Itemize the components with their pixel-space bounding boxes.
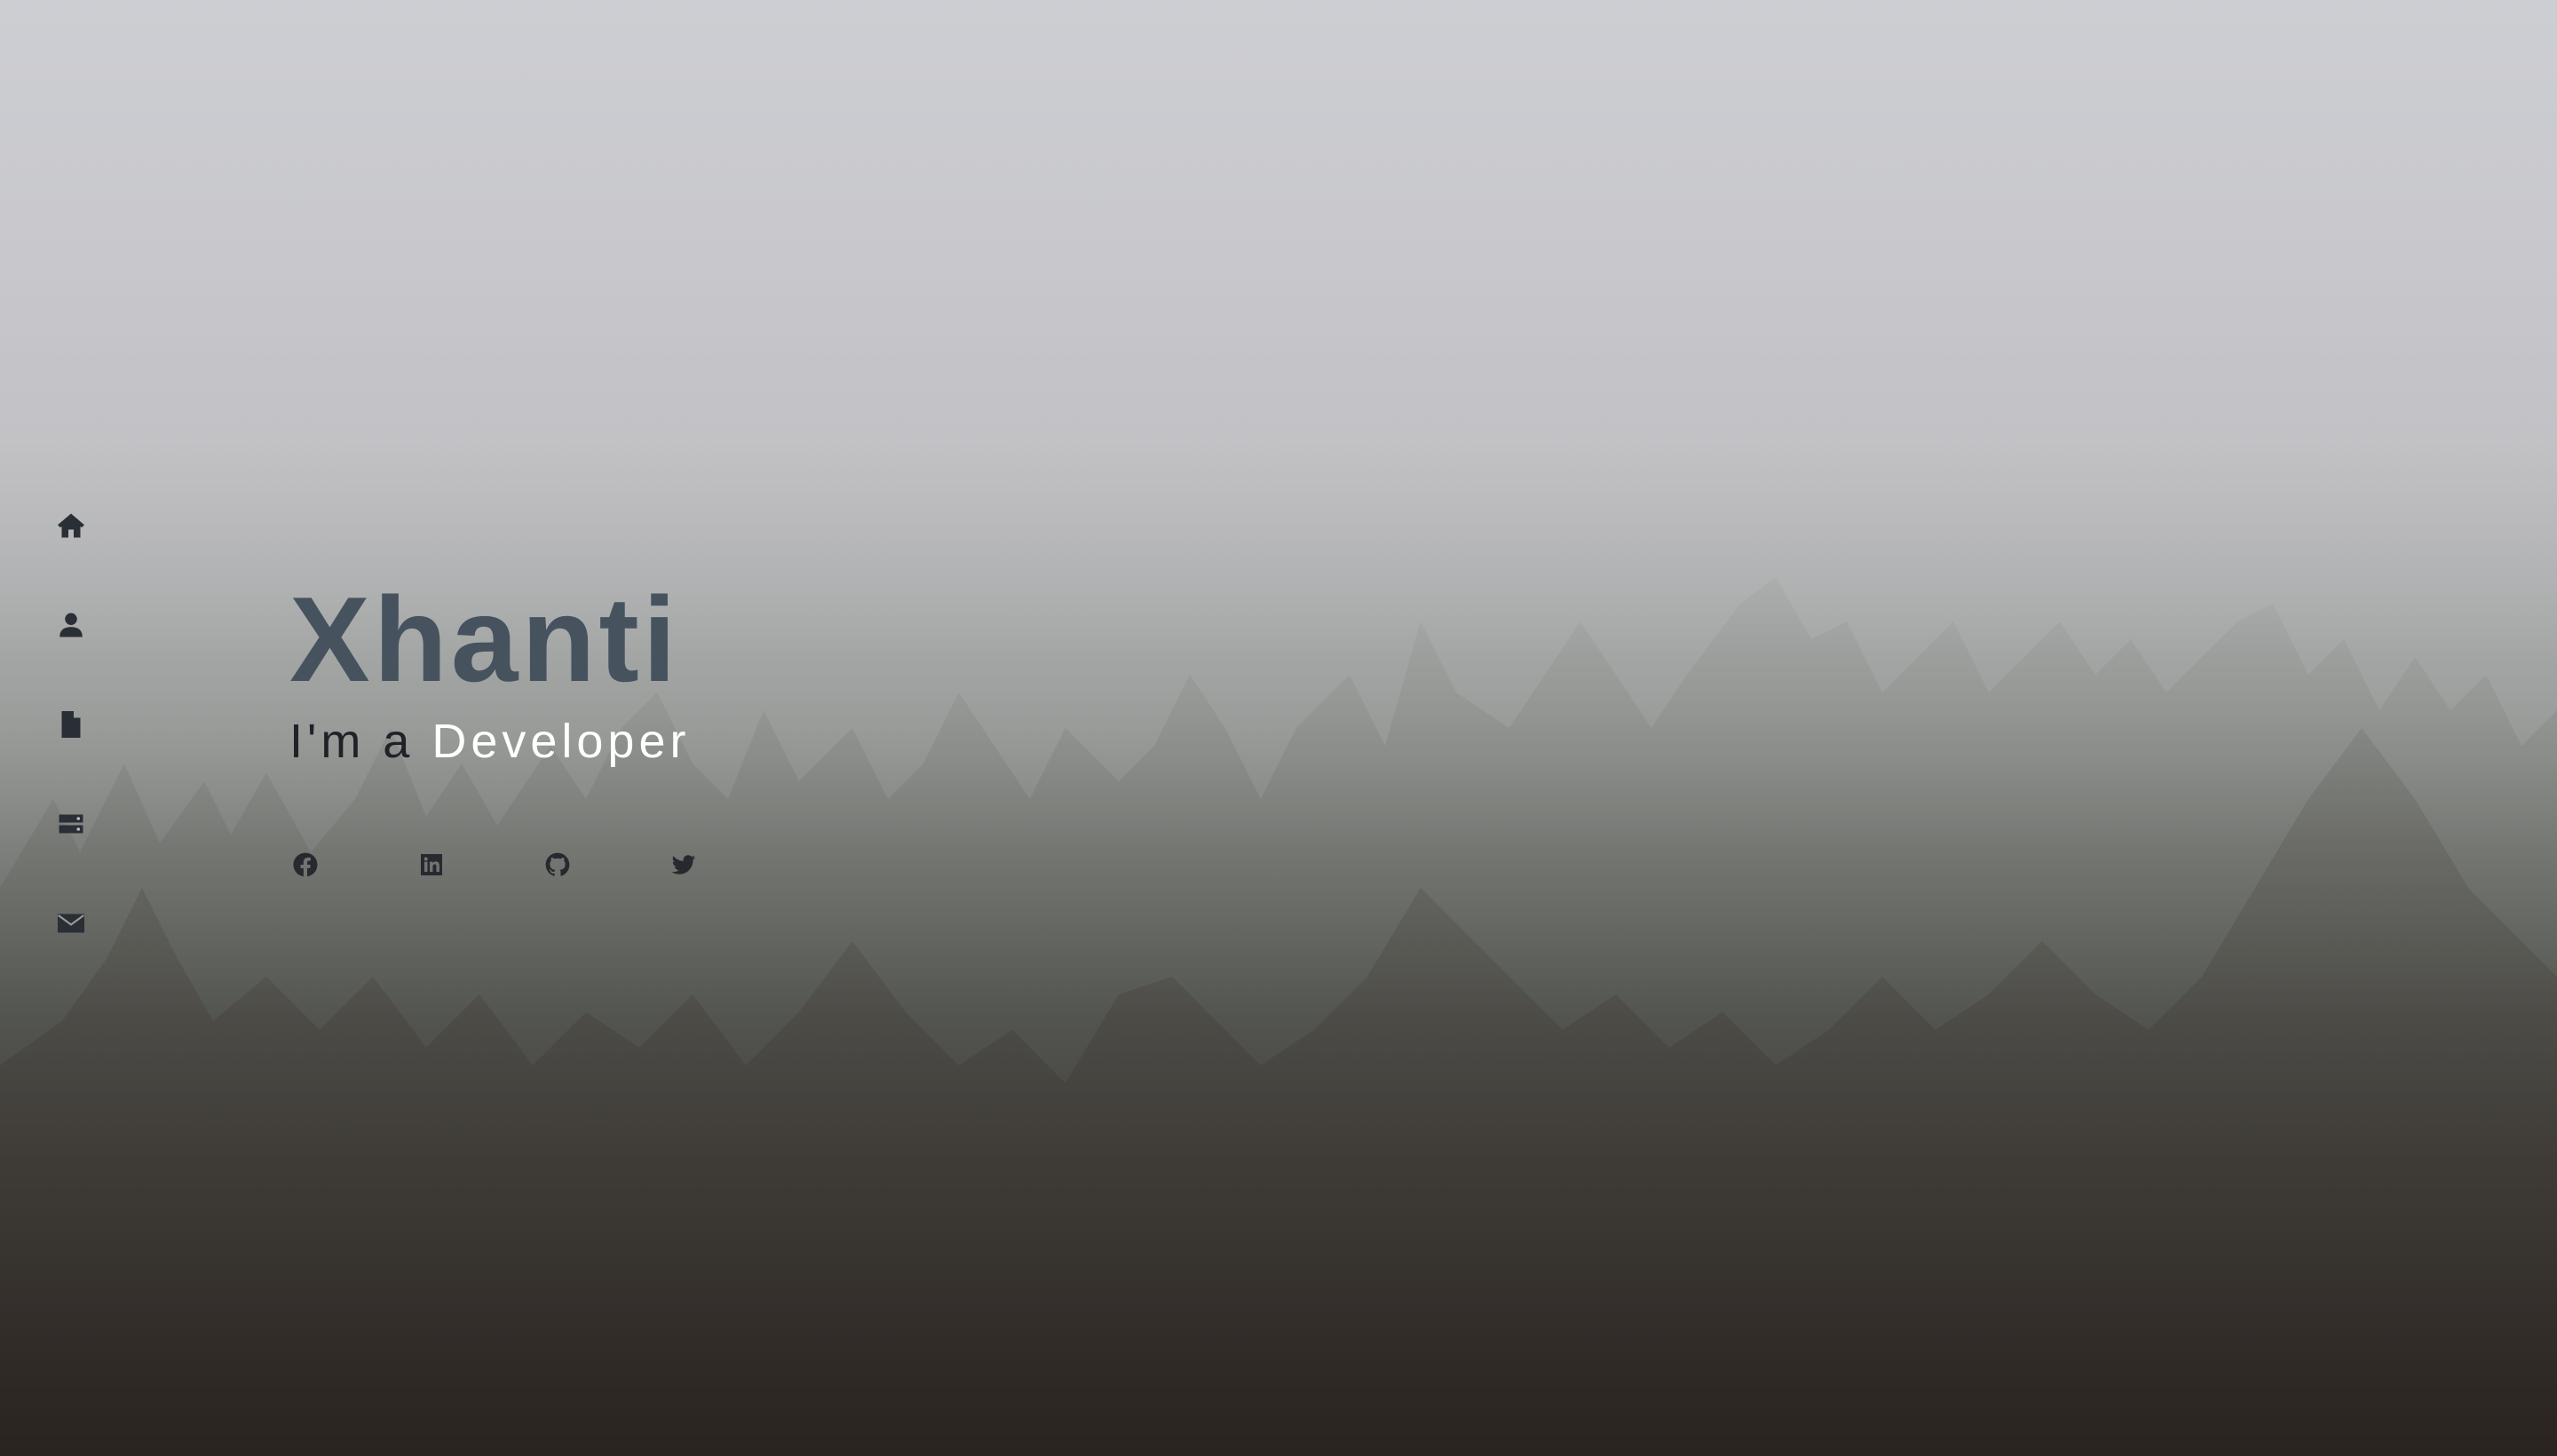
nav-about[interactable] [51, 605, 91, 645]
github-icon [545, 852, 570, 876]
twitter-icon [671, 855, 696, 874]
facebook-icon [293, 852, 318, 877]
twitter-link[interactable] [668, 849, 700, 881]
nav-home[interactable] [51, 506, 91, 545]
hero-name: Xhanti [289, 572, 680, 707]
server-icon [59, 814, 83, 834]
envelope-icon [58, 914, 84, 933]
nav-services[interactable] [51, 804, 91, 843]
linkedin-icon [421, 854, 442, 875]
hero-section: Xhanti I'm a Developer [289, 568, 690, 772]
sidebar-nav [51, 506, 91, 1003]
hero-tagline-prefix: I'm a [289, 715, 432, 768]
nav-resume[interactable] [51, 705, 91, 744]
facebook-link[interactable] [289, 849, 321, 881]
github-link[interactable] [542, 849, 574, 881]
hero-tagline: I'm a Developer [289, 710, 690, 772]
social-links [289, 849, 794, 881]
nav-contact[interactable] [51, 904, 91, 943]
user-icon [59, 613, 83, 637]
document-icon [61, 711, 81, 738]
linkedin-link[interactable] [416, 849, 447, 881]
hero-role: Developer [431, 715, 691, 768]
home-icon [58, 513, 84, 538]
